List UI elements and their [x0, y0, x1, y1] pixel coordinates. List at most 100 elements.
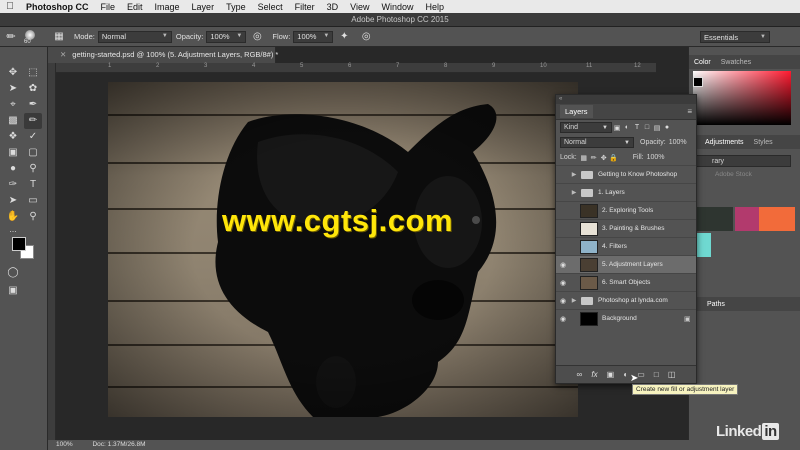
layer-thumbnail[interactable] — [580, 275, 598, 290]
crop-tool-icon[interactable]: ⌖ — [4, 97, 22, 113]
blend-mode-select[interactable]: Normal ▼ — [560, 137, 634, 148]
layer-row[interactable]: ◉ Background ▣ — [556, 309, 696, 327]
horizontal-ruler[interactable]: 1 2 3 4 5 6 7 8 9 10 11 12 — [56, 63, 656, 73]
rectangle-tool-icon[interactable]: ▭ — [24, 193, 42, 209]
healing-brush-tool-icon[interactable]: ▩ — [4, 113, 22, 129]
new-adjustment-layer-icon[interactable]: ◐ — [623, 370, 628, 379]
library-select[interactable]: rary — [693, 155, 791, 167]
pen-tool-icon[interactable]: ✑ — [4, 177, 22, 193]
group-expand-icon[interactable]: ▶ — [570, 297, 578, 304]
visibility-eye-icon[interactable]: ◉ — [556, 297, 570, 305]
layer-thumbnail[interactable] — [580, 239, 598, 254]
visibility-eye-icon[interactable]: ◉ — [556, 315, 570, 323]
gradient-tool-icon[interactable]: ▢ — [24, 145, 42, 161]
library-swatch[interactable] — [695, 207, 733, 231]
menu-3d[interactable]: 3D — [321, 2, 345, 12]
zoom-tool-icon[interactable]: ⚲ — [24, 209, 42, 225]
menu-select[interactable]: Select — [252, 2, 289, 12]
path-selection-tool-icon[interactable]: ➤ — [4, 193, 22, 209]
dodge-tool-icon[interactable]: ⚲ — [24, 161, 42, 177]
vertical-ruler[interactable] — [48, 63, 56, 440]
panel-menu-icon[interactable]: ≡ — [687, 107, 692, 116]
pressure-size-icon[interactable]: ◎ — [359, 30, 373, 44]
delete-layer-icon[interactable]: ◫ — [668, 370, 676, 379]
lock-image-pixels-icon[interactable]: ✏ — [589, 154, 599, 162]
new-group-icon[interactable]: ▭ — [637, 370, 645, 379]
document-canvas-image[interactable] — [108, 82, 578, 417]
layer-row[interactable]: ◉ ▶ Photoshop at lynda.com — [556, 291, 696, 309]
document-size[interactable]: Doc: 1.37M/26.8M — [92, 441, 145, 448]
document-tab[interactable]: ✕ getting-started.psd @ 100% (5. Adjustme… — [48, 47, 278, 63]
eraser-tool-icon[interactable]: ▣ — [4, 145, 22, 161]
layer-row[interactable]: ◉ 5. Adjustment Layers — [556, 255, 696, 273]
screen-mode-icon[interactable]: ▣ — [4, 283, 22, 299]
type-tool-icon[interactable]: T — [24, 177, 42, 193]
visibility-eye-icon[interactable]: ◉ — [556, 279, 570, 287]
zoom-level[interactable]: 100% — [56, 441, 73, 448]
filter-shape-icon[interactable]: □ — [642, 124, 652, 131]
lock-transparent-pixels-icon[interactable]: ▦ — [579, 154, 589, 162]
tab-swatches[interactable]: Swatches — [716, 59, 756, 66]
lasso-tool-icon[interactable]: ➤ — [4, 81, 22, 97]
airbrush-icon[interactable]: ✦ — [337, 30, 351, 44]
filter-toggle-icon[interactable]: ● — [662, 124, 672, 131]
layer-thumbnail[interactable] — [580, 221, 598, 236]
library-swatch[interactable] — [695, 233, 711, 257]
filter-pixel-icon[interactable]: ▣ — [612, 124, 622, 132]
brush-panel-toggle-icon[interactable]: ▦ — [52, 30, 66, 44]
link-layers-icon[interactable]: ∞ — [577, 370, 583, 379]
history-brush-tool-icon[interactable]: ✓ — [24, 129, 42, 145]
panel-collapse-bar[interactable]: « — [556, 95, 696, 104]
library-swatch[interactable] — [759, 207, 795, 231]
filter-type-icon[interactable]: T — [632, 124, 642, 131]
foreground-color-swatch[interactable] — [12, 237, 26, 251]
menu-file[interactable]: File — [95, 2, 122, 12]
menu-app-name[interactable]: Photoshop CC — [20, 2, 95, 12]
adobe-stock-search[interactable]: Adobe Stock — [693, 171, 752, 178]
menu-filter[interactable]: Filter — [289, 2, 321, 12]
color-panel-foreground-swatch[interactable] — [693, 77, 703, 87]
fill-value[interactable]: 100% — [647, 154, 665, 161]
visibility-eye-icon[interactable]: ◉ — [556, 261, 570, 269]
layer-row[interactable]: 3. Painting & Brushes — [556, 219, 696, 237]
tab-color[interactable]: Color — [689, 59, 716, 66]
close-icon[interactable]: ✕ — [60, 50, 66, 59]
add-mask-icon[interactable]: ▣ — [607, 370, 615, 379]
group-expand-icon[interactable]: ▶ — [570, 171, 578, 178]
mode-select[interactable]: Normal ▼ — [97, 30, 172, 43]
tab-styles[interactable]: Styles — [749, 139, 778, 146]
layer-thumbnail[interactable] — [580, 311, 598, 326]
menu-view[interactable]: View — [344, 2, 375, 12]
lock-all-icon[interactable]: 🔒 — [609, 154, 619, 162]
apple-icon[interactable]:  — [0, 1, 20, 12]
lock-icon[interactable]: ▣ — [684, 315, 696, 323]
clone-stamp-tool-icon[interactable]: ❖ — [4, 129, 22, 145]
quick-mask-icon[interactable]: ◯ — [4, 265, 22, 281]
layer-thumbnail[interactable] — [580, 203, 598, 218]
group-expand-icon[interactable]: ▶ — [570, 189, 578, 196]
color-spectrum-field[interactable] — [693, 71, 791, 125]
move-tool-icon[interactable]: ✥ — [4, 65, 22, 81]
brush-preset-picker[interactable]: 60 — [22, 29, 44, 45]
menu-help[interactable]: Help — [419, 2, 450, 12]
workspace-select[interactable]: Essentials ▼ — [700, 31, 770, 43]
hand-tool-icon[interactable]: ✋ — [4, 209, 22, 225]
flow-field[interactable]: 100% ▼ — [293, 30, 334, 43]
menu-layer[interactable]: Layer — [186, 2, 221, 12]
blur-tool-icon[interactable]: ● — [4, 161, 22, 177]
marquee-tool-icon[interactable]: ⬚ — [24, 65, 42, 81]
eyedropper-tool-icon[interactable]: ✒ — [24, 97, 42, 113]
layer-thumbnail[interactable] — [580, 257, 598, 272]
tab-layers[interactable]: Layers — [560, 105, 593, 118]
layer-row[interactable]: 2. Exploring Tools — [556, 201, 696, 219]
new-layer-icon[interactable]: □ — [654, 370, 659, 379]
layer-row[interactable]: ◉ 6. Smart Objects — [556, 273, 696, 291]
menu-edit[interactable]: Edit — [121, 2, 149, 12]
opacity-field[interactable]: 100% ▼ — [206, 30, 247, 43]
filter-adjustment-icon[interactable]: ◐ — [622, 124, 632, 131]
menu-type[interactable]: Type — [220, 2, 252, 12]
lock-position-icon[interactable]: ✥ — [599, 154, 609, 162]
quick-select-tool-icon[interactable]: ✿ — [24, 81, 42, 97]
layer-row[interactable]: 4. Filters — [556, 237, 696, 255]
layer-style-icon[interactable]: fx — [591, 370, 597, 379]
